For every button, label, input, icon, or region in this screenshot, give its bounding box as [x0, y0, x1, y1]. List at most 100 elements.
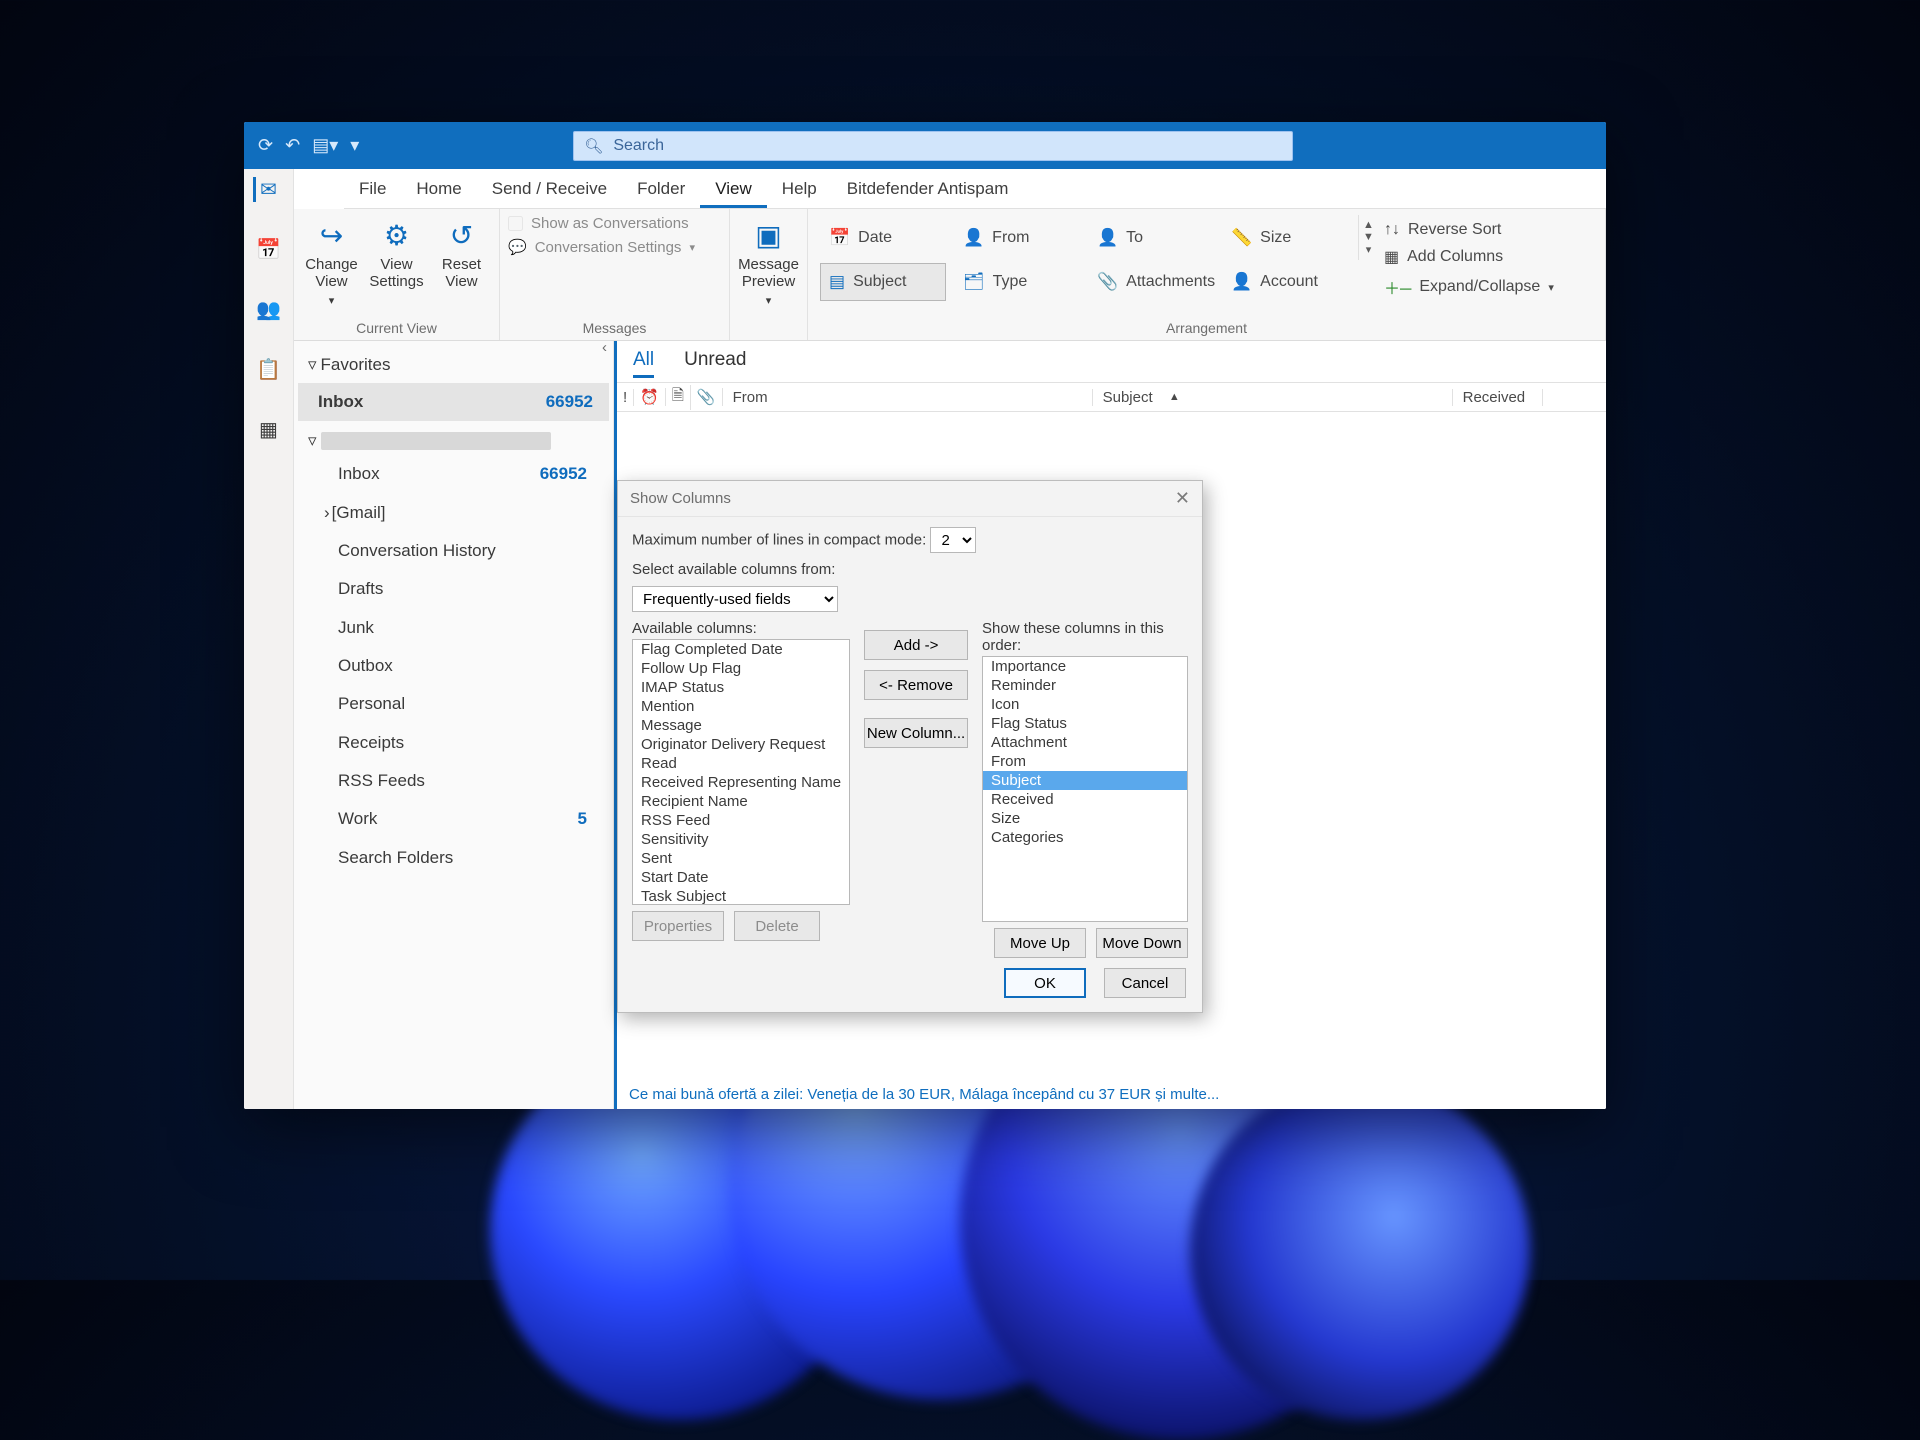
gallery-spinner[interactable]: ▲▼▾ [1358, 215, 1378, 260]
shown-column-option[interactable]: From [983, 752, 1187, 771]
shown-column-option[interactable]: Flag Status [983, 714, 1187, 733]
col-reminder-icon[interactable]: ⏰ [634, 388, 666, 406]
view-settings-button[interactable]: ⚙View Settings [367, 215, 426, 290]
available-column-option[interactable]: Originator Delivery Request [633, 735, 849, 754]
arrange-size[interactable]: 📏Size [1222, 219, 1348, 257]
arrange-type[interactable]: 🗂Type [954, 263, 1080, 301]
available-columns-list[interactable]: Flag Completed DateFollow Up FlagIMAP St… [632, 639, 850, 905]
col-from[interactable]: From [723, 389, 1093, 406]
tab-view[interactable]: View [700, 169, 767, 208]
calendar-rail-icon[interactable]: 📅 [256, 237, 281, 262]
tab-home[interactable]: Home [401, 169, 476, 208]
reset-view-button[interactable]: ↺Reset View [432, 215, 491, 290]
available-column-option[interactable]: Follow Up Flag [633, 659, 849, 678]
folder-personal[interactable]: Personal [308, 685, 603, 723]
tab-help[interactable]: Help [767, 169, 832, 208]
people-rail-icon[interactable]: 👥 [256, 297, 281, 322]
shown-column-option[interactable]: Subject [983, 771, 1187, 790]
col-icon[interactable]: 🗎 [666, 385, 691, 410]
folder-work[interactable]: Work5 [308, 800, 603, 838]
favorite-inbox[interactable]: Inbox66952 [298, 383, 609, 421]
shown-columns-list[interactable]: ImportanceReminderIconFlag StatusAttachm… [982, 656, 1188, 922]
cancel-button[interactable]: Cancel [1104, 968, 1186, 998]
conversation-settings-button[interactable]: 💬Conversation Settings▾ [508, 238, 695, 256]
filter-unread[interactable]: Unread [684, 349, 746, 378]
available-column-option[interactable]: Sent [633, 849, 849, 868]
folder-outbox[interactable]: Outbox [308, 647, 603, 685]
available-column-option[interactable]: Sensitivity [633, 830, 849, 849]
shown-column-option[interactable]: Reminder [983, 676, 1187, 695]
todo-rail-icon[interactable]: 📋 [256, 357, 281, 382]
account-header[interactable]: ▿ [308, 427, 603, 455]
qat-dropdown-icon[interactable]: ▾ [350, 135, 359, 156]
folder-receipts[interactable]: Receipts [308, 724, 603, 762]
folder-gmail[interactable]: ›[Gmail] [308, 494, 603, 532]
add-button[interactable]: Add -> [864, 630, 968, 660]
remove-button[interactable]: <- Remove [864, 670, 968, 700]
shown-column-option[interactable]: Received [983, 790, 1187, 809]
available-column-option[interactable]: RSS Feed [633, 811, 849, 830]
tab-file[interactable]: File [344, 169, 401, 208]
show-as-conversations-check[interactable]: Show as Conversations [508, 215, 689, 232]
available-column-option[interactable]: Recipient Name [633, 792, 849, 811]
col-attachment-icon[interactable]: 📎 [691, 388, 723, 406]
folder-inbox[interactable]: Inbox66952 [308, 455, 603, 493]
shown-column-option[interactable]: Importance [983, 657, 1187, 676]
refresh-icon[interactable]: ⟳ [258, 135, 273, 156]
folder-conversation-history[interactable]: Conversation History [308, 532, 603, 570]
tab-antispam[interactable]: Bitdefender Antispam [832, 169, 1024, 208]
shown-column-option[interactable]: Categories [983, 828, 1187, 847]
folder-drafts[interactable]: Drafts [308, 570, 603, 608]
available-column-option[interactable]: Task Subject [633, 887, 849, 905]
shown-column-option[interactable]: Attachment [983, 733, 1187, 752]
select-columns-from[interactable]: Frequently-used fields [632, 586, 838, 612]
change-view-button[interactable]: ↪Change View▾ [302, 215, 361, 307]
folder-junk[interactable]: Junk [308, 609, 603, 647]
folder-search-folders[interactable]: Search Folders [308, 839, 603, 877]
tab-folder[interactable]: Folder [622, 169, 700, 208]
shown-column-option[interactable]: Icon [983, 695, 1187, 714]
arrange-account[interactable]: 👤Account [1222, 263, 1348, 301]
move-up-button[interactable]: Move Up [994, 928, 1086, 958]
ok-button[interactable]: OK [1004, 968, 1086, 998]
expand-collapse-button[interactable]: ＋─Expand/Collapse▾ [1384, 275, 1597, 299]
col-importance-icon[interactable]: ! [617, 389, 634, 406]
arrange-subject[interactable]: ▤Subject [820, 263, 946, 301]
delete-button[interactable]: Delete [734, 911, 820, 941]
search-input[interactable]: 🔍︎ Search [573, 131, 1293, 161]
properties-button[interactable]: Properties [632, 911, 724, 941]
tab-send-receive[interactable]: Send / Receive [477, 169, 622, 208]
filter-all[interactable]: All [633, 349, 654, 378]
dialog-close-icon[interactable]: ✕ [1175, 488, 1190, 509]
message-subject-preview[interactable]: Ce mai bună ofertă a zilei: Veneția de l… [629, 1086, 1594, 1103]
available-column-option[interactable]: Read [633, 754, 849, 773]
mail-rail-icon[interactable]: ✉ [253, 177, 277, 202]
available-column-option[interactable]: IMAP Status [633, 678, 849, 697]
add-columns-button[interactable]: ▦Add Columns [1384, 247, 1597, 267]
available-column-option[interactable]: Start Date [633, 868, 849, 887]
move-down-button[interactable]: Move Down [1096, 928, 1188, 958]
reverse-sort-button[interactable]: ↑↓Reverse Sort [1384, 221, 1597, 239]
available-column-option[interactable]: Received Representing Name [633, 773, 849, 792]
col-received[interactable]: Received [1453, 389, 1543, 406]
undo-icon[interactable]: ↶ [285, 135, 300, 156]
gear-icon: ⚙ [384, 219, 409, 252]
max-lines-select[interactable]: 2 [930, 527, 976, 553]
arrange-to[interactable]: 👤To [1088, 219, 1214, 257]
arrange-from[interactable]: 👤From [954, 219, 1080, 257]
archive-icon[interactable]: ▤▾ [312, 135, 338, 156]
arrange-date[interactable]: 📅Date [820, 219, 946, 257]
folder-rss[interactable]: RSS Feeds [308, 762, 603, 800]
arrangement-gallery[interactable]: 📅Date ▤Subject 👤From 🗂Type 👤To 📎Attachme… [816, 215, 1352, 305]
collapse-folder-pane-icon[interactable]: ‹ [602, 339, 607, 356]
favorites-header[interactable]: ▿Favorites [298, 347, 609, 383]
new-column-button[interactable]: New Column... [864, 718, 968, 748]
arrange-attachments[interactable]: 📎Attachments [1088, 263, 1214, 301]
col-subject[interactable]: Subject ▲ [1093, 389, 1453, 406]
available-column-option[interactable]: Message [633, 716, 849, 735]
message-preview-button[interactable]: ▣Message Preview▾ [738, 215, 799, 307]
available-column-option[interactable]: Mention [633, 697, 849, 716]
shown-column-option[interactable]: Size [983, 809, 1187, 828]
more-apps-icon[interactable]: ▦ [259, 417, 278, 442]
available-column-option[interactable]: Flag Completed Date [633, 640, 849, 659]
